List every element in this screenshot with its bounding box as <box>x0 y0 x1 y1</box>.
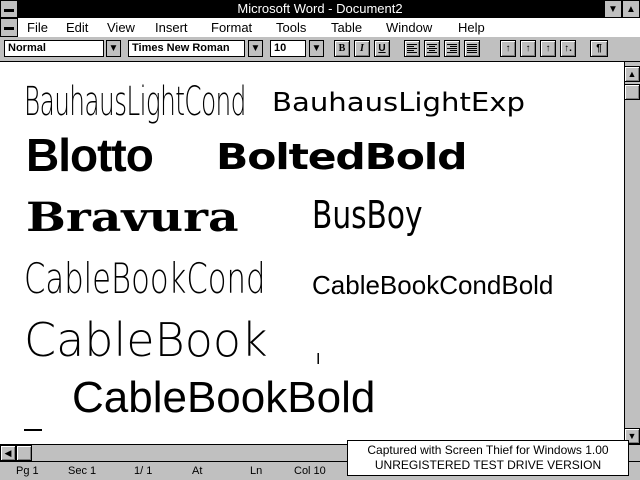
decimal-tab-icon: ↑. <box>564 43 572 54</box>
capture-notice-line2: UNREGISTERED TEST DRIVE VERSION <box>374 458 602 472</box>
scroll-up-icon[interactable]: ▲ <box>624 66 640 82</box>
menu-tools[interactable]: Tools <box>276 20 306 35</box>
minimize-icon[interactable]: ▼ <box>604 0 622 18</box>
style-dropdown-icon[interactable]: ▼ <box>106 40 121 57</box>
justify-icon <box>467 44 477 53</box>
scroll-left-icon[interactable]: ◀ <box>0 445 16 461</box>
window-title: Microsoft Word - Document2 <box>237 1 403 16</box>
vertical-scrollbar[interactable]: ▲ ▼ <box>624 62 640 444</box>
underline-button[interactable]: U <box>374 40 390 57</box>
font-dropdown-icon[interactable]: ▼ <box>248 40 263 57</box>
left-tab-button[interactable]: ↑ <box>500 40 516 57</box>
scroll-thumb[interactable] <box>624 84 640 100</box>
align-right-button[interactable] <box>444 40 460 57</box>
sample-bolted-bold: BoltedBold <box>216 137 468 178</box>
menu-window[interactable]: Window <box>386 20 432 35</box>
menu-insert[interactable]: Insert <box>155 20 188 35</box>
show-paragraph-marks-button[interactable]: ¶ <box>590 40 608 57</box>
menu-edit[interactable]: Edit <box>66 20 88 35</box>
status-page: Pg 1 <box>16 465 39 477</box>
capture-notice: Captured with Screen Thief for Windows 1… <box>347 440 629 476</box>
align-left-button[interactable] <box>404 40 420 57</box>
align-left-icon <box>407 44 417 53</box>
center-tab-icon: ↑ <box>525 43 531 54</box>
document-menu-icon[interactable]: ▬ <box>0 18 18 37</box>
end-of-document-mark <box>24 429 42 431</box>
formatting-ribbon: Normal ▼ Times New Roman ▼ 10 ▼ B I U ↑ … <box>0 37 640 62</box>
style-combo[interactable]: Normal <box>4 40 104 57</box>
align-center-icon <box>427 44 437 53</box>
sample-cable-book: CableBook <box>24 313 268 367</box>
justify-button[interactable] <box>464 40 480 57</box>
capture-notice-line1: Captured with Screen Thief for Windows 1… <box>367 443 609 457</box>
sample-busboy: BusBoy <box>312 193 423 237</box>
status-page-count: 1/ 1 <box>134 465 153 477</box>
sample-cable-book-cond-bold: CableBookCondBold <box>312 270 554 300</box>
menu-view[interactable]: View <box>107 20 135 35</box>
menu-bar: ▬ File Edit View Insert Format Tools Tab… <box>0 18 640 38</box>
document-area[interactable]: BauhausLightCond BauhausLightExp Blotto … <box>0 62 624 444</box>
left-tab-icon: ↑ <box>505 43 511 54</box>
sample-bauhaus-light-cond: BauhausLightCond <box>24 79 246 125</box>
sample-bravura: Bravura <box>26 194 239 241</box>
status-at: At <box>192 465 203 477</box>
sample-bauhaus-light-exp: BauhausLightExp <box>272 88 525 118</box>
hscroll-thumb[interactable] <box>16 445 32 461</box>
sample-blotto: Blotto <box>26 129 154 181</box>
status-line: Ln <box>250 465 263 477</box>
sample-cable-book-cond: CableBookCond <box>24 254 266 303</box>
right-tab-icon: ↑ <box>545 43 551 54</box>
maximize-icon[interactable]: ▲ <box>622 0 640 18</box>
right-tab-button[interactable]: ↑ <box>540 40 556 57</box>
center-tab-button[interactable]: ↑ <box>520 40 536 57</box>
status-column: Col 10 <box>294 465 326 477</box>
font-combo[interactable]: Times New Roman <box>128 40 245 57</box>
menu-table[interactable]: Table <box>331 20 362 35</box>
size-dropdown-icon[interactable]: ▼ <box>309 40 324 57</box>
decimal-tab-button[interactable]: ↑. <box>560 40 576 57</box>
menu-file[interactable]: File <box>27 20 48 35</box>
italic-button[interactable]: I <box>354 40 370 57</box>
size-combo[interactable]: 10 <box>270 40 306 57</box>
align-right-icon <box>447 44 457 53</box>
align-center-button[interactable] <box>424 40 440 57</box>
title-bar: ▬ Microsoft Word - Document2 ▼ ▲ <box>0 0 640 18</box>
text-cursor-icon: I <box>316 351 321 368</box>
sample-cable-book-bold: CableBookBold <box>72 373 376 422</box>
status-section: Sec 1 <box>68 465 97 477</box>
menu-help[interactable]: Help <box>458 20 485 35</box>
bold-button[interactable]: B <box>334 40 350 57</box>
menu-format[interactable]: Format <box>211 20 252 35</box>
